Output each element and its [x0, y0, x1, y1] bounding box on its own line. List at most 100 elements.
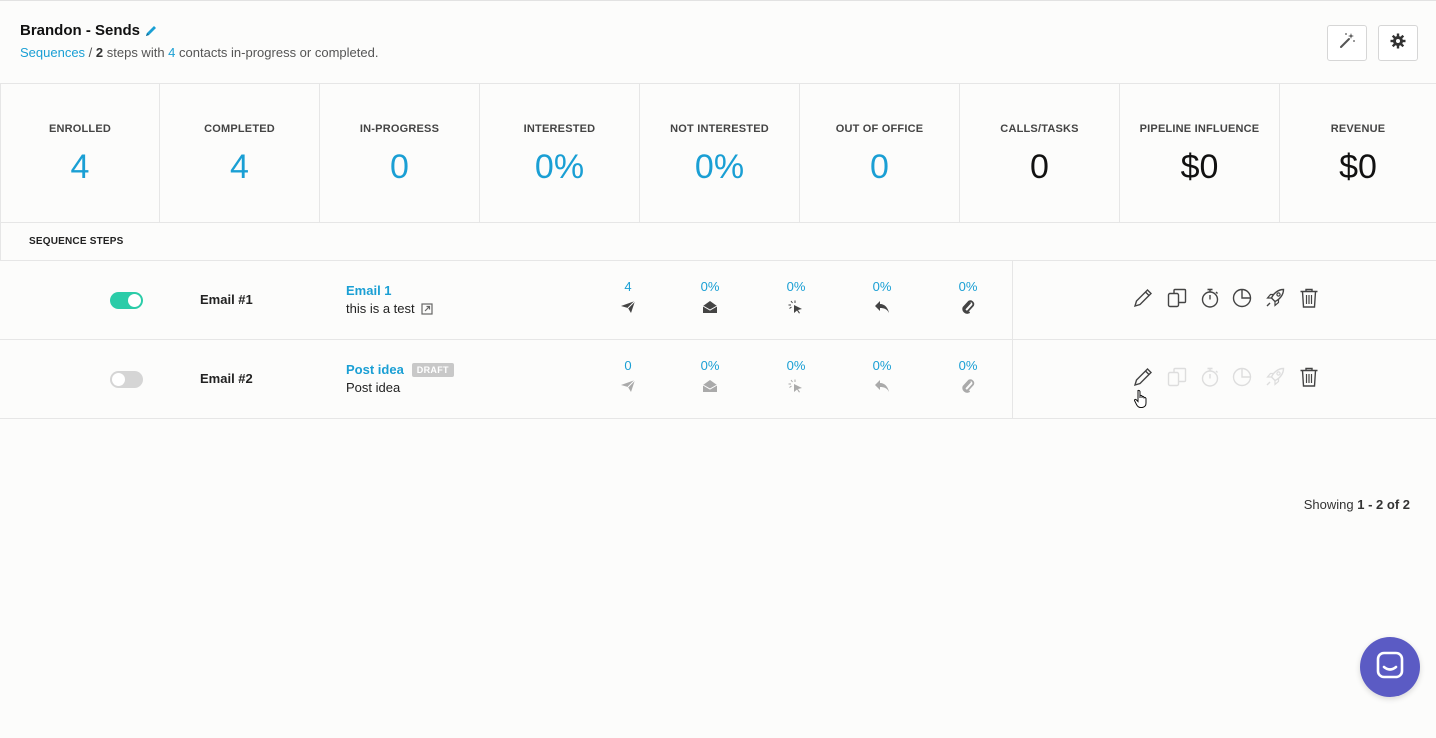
chat-icon — [1375, 650, 1405, 685]
trash-icon — [1298, 287, 1320, 314]
edit-step-button[interactable] — [1132, 288, 1154, 311]
delete-step-button[interactable] — [1298, 287, 1320, 314]
delete-step-button[interactable] — [1298, 367, 1320, 390]
metric-bounced[interactable]: 0% — [938, 358, 998, 393]
metric-bounced[interactable]: 0% — [938, 279, 998, 314]
copy-step-button — [1166, 366, 1188, 393]
email-title-link[interactable]: Email 1 — [346, 283, 392, 298]
open-envelope-icon — [680, 300, 740, 314]
launch-step-button[interactable] — [1264, 288, 1286, 311]
toggle-knob — [112, 373, 125, 386]
email-subtitle-wrap: Post idea — [346, 380, 400, 395]
metric-sent[interactable]: 0 — [598, 358, 658, 393]
step-enabled-toggle[interactable] — [110, 292, 143, 309]
settings-button[interactable] — [1378, 25, 1418, 61]
stat-label: PIPELINE INFLUENCE — [1139, 123, 1260, 135]
stat-value: 4 — [70, 148, 90, 186]
open-envelope-icon — [680, 379, 740, 393]
step-enabled-toggle[interactable] — [110, 371, 143, 388]
stat-value: 0 — [1030, 148, 1049, 186]
stat-not-interested[interactable]: NOT INTERESTED 0% — [640, 84, 800, 222]
metric-bounced-value: 0% — [958, 279, 978, 294]
stat-label: OUT OF OFFICE — [835, 123, 924, 135]
magic-wand-icon — [1338, 32, 1356, 55]
copy-step-button[interactable] — [1166, 287, 1188, 314]
external-link-icon[interactable] — [421, 302, 433, 315]
metric-bounced-value: 0% — [958, 358, 978, 373]
email-subtitle: Post idea — [346, 380, 401, 395]
pie-chart-icon — [1231, 287, 1253, 314]
email-title-link[interactable]: Post idea DRAFT — [346, 362, 454, 377]
copy-icon — [1166, 287, 1188, 314]
hand-cursor-icon — [1133, 389, 1149, 414]
page-title: Brandon - Sends — [20, 22, 141, 39]
rocket-icon — [1264, 366, 1286, 393]
edit-title-pencil-icon[interactable] — [144, 24, 158, 38]
stat-enrolled[interactable]: ENROLLED 4 — [0, 84, 160, 222]
email-title[interactable]: Email 1 — [346, 283, 392, 298]
stats-bar: ENROLLED 4 COMPLETED 4 IN-PROGRESS 0 INTERE… — [0, 84, 1436, 223]
stat-value: 0% — [694, 148, 745, 186]
magic-wand-button[interactable] — [1327, 25, 1367, 61]
stat-calls-tasks: CALLS/TASKS 0 — [960, 84, 1120, 222]
email-title[interactable]: Post idea — [346, 362, 404, 377]
pagination-range: 1 - 2 of 2 — [1357, 497, 1410, 512]
metric-clicked-value: 0% — [786, 279, 806, 294]
stats-step-button — [1231, 367, 1253, 390]
launch-step-button — [1264, 366, 1286, 393]
copy-icon — [1166, 366, 1188, 393]
draft-badge: DRAFT — [411, 362, 454, 377]
stat-revenue: REVENUE $0 — [1280, 84, 1436, 222]
metric-replied-value: 0% — [872, 358, 892, 373]
metric-opened[interactable]: 0% — [680, 358, 740, 393]
stat-label: CALLS/TASKS — [1000, 123, 1079, 135]
paperclip-icon — [938, 300, 998, 314]
delay-step-button[interactable] — [1199, 288, 1221, 311]
steps-text: steps with — [103, 45, 169, 60]
title-row: Brandon - Sends — [20, 22, 158, 39]
chat-launcher-button[interactable] — [1360, 637, 1420, 697]
paperclip-icon — [938, 379, 998, 393]
stat-value: 4 — [230, 148, 249, 186]
stat-value: 0 — [390, 148, 409, 186]
metric-clicked[interactable]: 0% — [766, 358, 826, 393]
toggle-knob — [128, 294, 141, 307]
metric-sent-value: 0 — [624, 358, 632, 373]
metric-opened[interactable]: 0% — [680, 279, 740, 314]
metric-replied-value: 0% — [872, 279, 892, 294]
send-icon — [598, 300, 658, 314]
breadcrumb-sequences-link[interactable]: Sequences — [20, 45, 85, 60]
metric-sent[interactable]: 4 — [598, 279, 658, 314]
stat-value: $0 — [1339, 148, 1377, 186]
reply-icon — [852, 379, 912, 393]
stat-label: NOT INTERESTED — [670, 123, 769, 135]
step-row: Email #1 Email 1 this is a test 4 0% 0% … — [0, 261, 1436, 340]
sequence-steps-title: SEQUENCE STEPS — [29, 236, 124, 247]
row-divider — [1012, 340, 1013, 418]
stat-pipeline-influence: PIPELINE INFLUENCE $0 — [1120, 84, 1280, 222]
click-icon — [766, 300, 826, 314]
click-icon — [766, 379, 826, 393]
metric-replied[interactable]: 0% — [852, 358, 912, 393]
metric-clicked-value: 0% — [786, 358, 806, 373]
stat-value: $0 — [1180, 148, 1219, 186]
sequence-steps-header: SEQUENCE STEPS — [0, 223, 1436, 261]
stat-value: 0% — [534, 148, 585, 186]
pagination-prefix: Showing — [1303, 497, 1358, 512]
metric-opened-value: 0% — [700, 279, 720, 294]
email-subtitle: this is a test — [346, 301, 415, 316]
metric-clicked[interactable]: 0% — [766, 279, 826, 314]
step-row: Email #2 Post idea DRAFT Post idea 0 0% … — [0, 340, 1436, 419]
stat-interested[interactable]: INTERESTED 0% — [480, 84, 640, 222]
stat-completed[interactable]: COMPLETED 4 — [160, 84, 320, 222]
stat-in-progress[interactable]: IN-PROGRESS 0 — [320, 84, 480, 222]
metric-replied[interactable]: 0% — [852, 279, 912, 314]
breadcrumb-separator: / — [85, 45, 96, 60]
stat-out-of-office[interactable]: OUT OF OFFICE 0 — [800, 84, 960, 222]
delay-step-button — [1199, 367, 1221, 390]
stat-label: COMPLETED — [204, 123, 275, 135]
send-icon — [598, 379, 658, 393]
contacts-text: contacts in-progress or completed. — [175, 45, 379, 60]
stats-step-button[interactable] — [1231, 287, 1253, 314]
edit-step-button[interactable] — [1132, 367, 1154, 390]
